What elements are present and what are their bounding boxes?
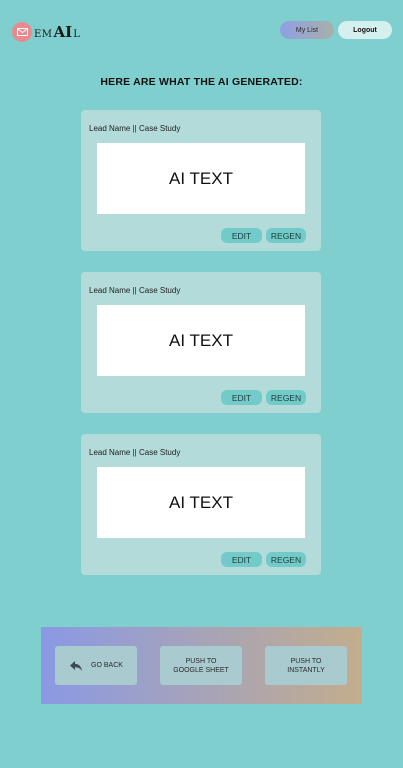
push-gsheet-line2: GOOGLE SHEET: [173, 666, 229, 674]
push-instantly-line2: INSTANTLY: [287, 666, 325, 674]
card-label: Lead Name || Case Study: [89, 286, 181, 295]
logo-em: EM: [34, 29, 53, 40]
edit-button[interactable]: EDIT: [221, 552, 262, 567]
push-instantly-button[interactable]: PUSH TO INSTANTLY: [265, 646, 347, 685]
result-card: Lead Name || Case Study AI TEXT EDIT REG…: [81, 434, 321, 575]
ai-text-box: AI TEXT: [97, 143, 305, 214]
edit-button[interactable]: EDIT: [221, 228, 262, 243]
logout-button[interactable]: Logout: [338, 21, 392, 39]
push-gsheet-line1: PUSH TO: [185, 657, 217, 665]
ai-text-box: AI TEXT: [97, 467, 305, 538]
edit-button[interactable]: EDIT: [221, 390, 262, 405]
regen-button[interactable]: REGEN: [266, 552, 306, 567]
regen-button[interactable]: REGEN: [266, 390, 306, 405]
push-google-sheet-button[interactable]: PUSH TO GOOGLE SHEET: [160, 646, 242, 685]
regen-button[interactable]: REGEN: [266, 228, 306, 243]
result-card: Lead Name || Case Study AI TEXT EDIT REG…: [81, 272, 321, 413]
page-title: HERE ARE WHAT THE AI GENERATED:: [100, 76, 303, 88]
header: EM AI L My List Logout: [0, 0, 403, 62]
ai-text-box: AI TEXT: [97, 305, 305, 376]
push-instantly-line1: PUSH TO: [290, 657, 322, 665]
my-list-button[interactable]: My List: [280, 21, 334, 39]
go-back-button[interactable]: GO BACK: [55, 646, 137, 685]
action-bar: GO BACK PUSH TO GOOGLE SHEET PUSH TO INS…: [41, 627, 362, 704]
logo-l: L: [73, 29, 80, 40]
logo-ai: AI: [53, 23, 73, 41]
result-card: Lead Name || Case Study AI TEXT EDIT REG…: [81, 110, 321, 251]
card-label: Lead Name || Case Study: [89, 124, 181, 133]
reply-arrow-icon: [70, 660, 83, 671]
logo[interactable]: EM AI L: [12, 22, 80, 42]
mail-icon: [12, 22, 32, 42]
logo-text: EM AI L: [34, 23, 80, 41]
card-label: Lead Name || Case Study: [89, 448, 181, 457]
go-back-label: GO BACK: [91, 662, 123, 669]
